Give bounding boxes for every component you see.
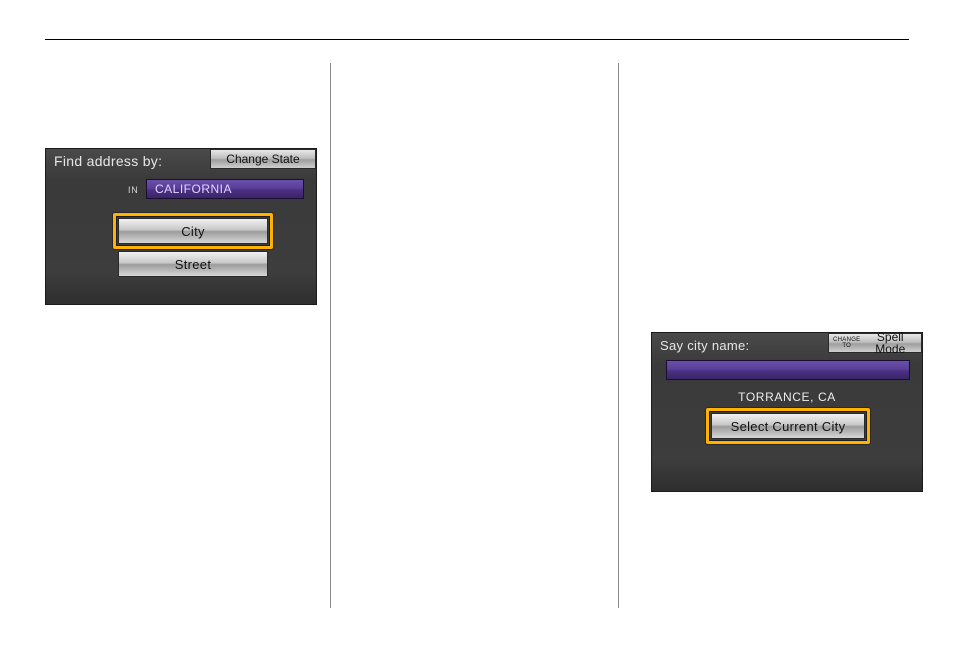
prompt-label: Say city name:: [660, 338, 749, 353]
nav-screen-say-city: Say city name: CHANGE TO Spell Mode TORR…: [651, 332, 923, 492]
city-input-field[interactable]: [666, 360, 910, 380]
state-field[interactable]: CALIFORNIA: [146, 179, 304, 199]
select-current-city-button[interactable]: Select Current City: [711, 413, 865, 439]
spell-mode-button[interactable]: CHANGE TO Spell Mode: [828, 333, 922, 353]
spell-mode-label: Spell Mode: [863, 331, 917, 355]
change-state-button[interactable]: Change State: [210, 149, 316, 169]
nav-screen-find-address: Find address by: Change State IN CALIFOR…: [45, 148, 317, 305]
column-separator: [618, 63, 619, 608]
page-rule: [45, 39, 909, 40]
current-city-label: TORRANCE, CA: [652, 390, 922, 404]
street-button[interactable]: Street: [118, 251, 268, 277]
in-label: IN: [128, 185, 139, 195]
city-button[interactable]: City: [118, 218, 268, 244]
prompt-label: Find address by:: [54, 153, 162, 169]
change-to-label: CHANGE TO: [833, 337, 860, 349]
column-separator: [330, 63, 331, 608]
